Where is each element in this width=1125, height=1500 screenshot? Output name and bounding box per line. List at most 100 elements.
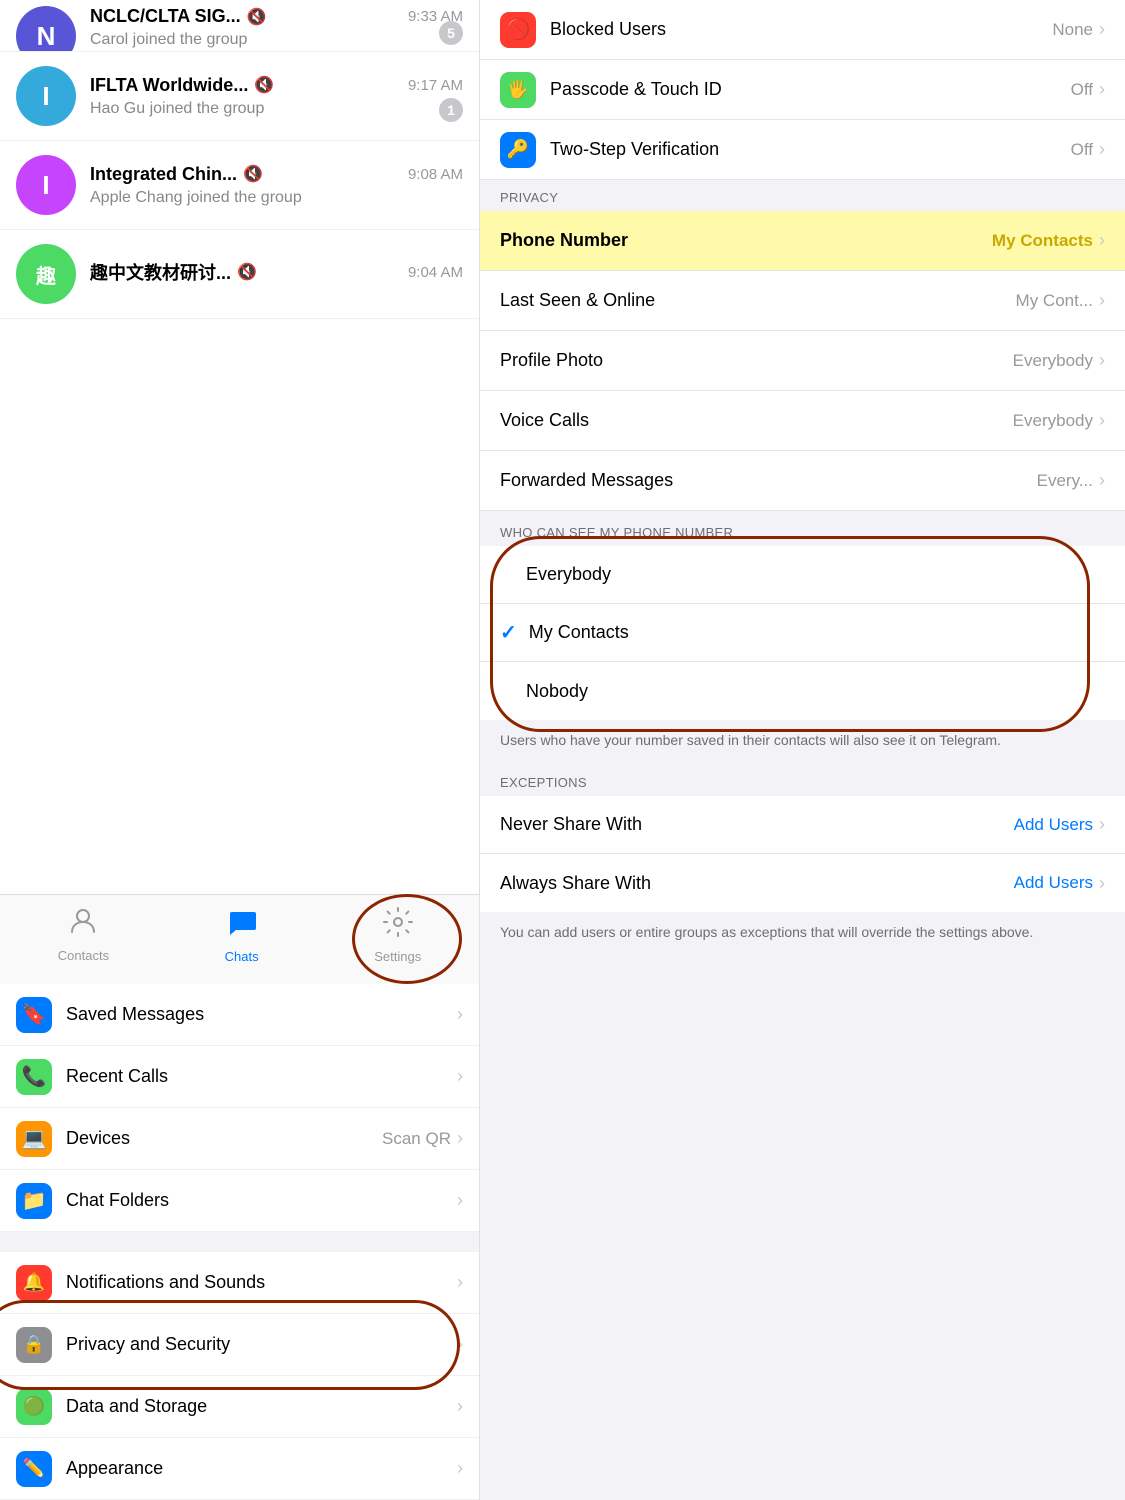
voice-calls-label: Voice Calls (500, 410, 1013, 431)
mute-icon-iflta: 🔇 (254, 75, 274, 95)
devices-chevron: › (457, 1128, 463, 1149)
two-step-item[interactable]: 🔑 Two-Step Verification Off › (480, 120, 1125, 180)
profile-photo-chevron: › (1099, 350, 1105, 371)
option-my-contacts[interactable]: ✓ My Contacts (480, 604, 1125, 662)
chat-folders-icon: 📁 (16, 1183, 52, 1219)
two-step-chevron: › (1099, 139, 1105, 160)
data-storage-icon: 🟢 (16, 1389, 52, 1425)
tab-bar: Contacts Chats Settings (0, 894, 479, 984)
chat-content-qu: 趣中文教材研讨... 🔇 9:04 AM (90, 259, 463, 289)
chat-folders-label: Chat Folders (66, 1190, 457, 1211)
blocked-users-item[interactable]: 🚫 Blocked Users None › (480, 0, 1125, 60)
phone-number-chevron: › (1099, 230, 1105, 251)
chat-item-partial[interactable]: N NCLC/CLTA SIG... 🔇 9:33 AM Carol joine… (0, 0, 479, 52)
saved-messages-icon: 🔖 (16, 997, 52, 1033)
chats-icon (226, 906, 258, 945)
notifications-label: Notifications and Sounds (66, 1272, 457, 1293)
settings-data-storage[interactable]: 🟢 Data and Storage › (0, 1376, 479, 1438)
last-seen-label: Last Seen & Online (500, 290, 1016, 311)
chat-name: NCLC/CLTA SIG... 🔇 (90, 6, 267, 27)
tab-settings-label: Settings (374, 949, 421, 964)
last-seen-item[interactable]: Last Seen & Online My Cont... › (480, 271, 1125, 331)
two-step-icon: 🔑 (500, 132, 536, 168)
phone-info-text: Users who have your number saved in thei… (480, 720, 1125, 765)
forwarded-messages-chevron: › (1099, 470, 1105, 491)
phone-number-label: Phone Number (500, 230, 992, 251)
settings-privacy[interactable]: 🔒 Privacy and Security › (0, 1314, 479, 1376)
privacy-icon: 🔒 (16, 1327, 52, 1363)
never-share-label: Never Share With (500, 814, 1014, 835)
exceptions-header: EXCEPTIONS (480, 765, 1125, 796)
forwarded-messages-label: Forwarded Messages (500, 470, 1037, 491)
voice-calls-item[interactable]: Voice Calls Everybody › (480, 391, 1125, 451)
chat-time-qu: 9:04 AM (408, 264, 463, 281)
profile-photo-label: Profile Photo (500, 350, 1013, 371)
notifications-icon: 🔔 (16, 1265, 52, 1301)
data-storage-label: Data and Storage (66, 1396, 457, 1417)
privacy-label: Privacy and Security (66, 1334, 457, 1355)
option-nobody[interactable]: Nobody (480, 662, 1125, 720)
tab-chats[interactable]: Chats (225, 906, 259, 964)
appearance-label: Appearance (66, 1458, 457, 1479)
settings-appearance[interactable]: ✏️ Appearance › (0, 1438, 479, 1500)
recent-calls-label: Recent Calls (66, 1066, 457, 1087)
avatar-qu: 趣 (16, 244, 76, 304)
profile-photo-item[interactable]: Profile Photo Everybody › (480, 331, 1125, 391)
forwarded-messages-item[interactable]: Forwarded Messages Every... › (480, 451, 1125, 511)
chat-preview: Carol joined the group (90, 31, 463, 49)
chat-content-iflta: IFLTA Worldwide... 🔇 9:17 AM Hao Gu join… (90, 75, 463, 118)
settings-icon (382, 906, 414, 945)
chat-item-qu[interactable]: 趣 趣中文教材研讨... 🔇 9:04 AM (0, 230, 479, 319)
appearance-chevron: › (457, 1458, 463, 1479)
settings-saved-messages[interactable]: 🔖 Saved Messages › (0, 984, 479, 1046)
never-share-chevron: › (1099, 814, 1105, 835)
chat-content: NCLC/CLTA SIG... 🔇 9:33 AM Carol joined … (90, 6, 463, 49)
mute-icon-integrated: 🔇 (243, 164, 263, 184)
passcode-icon: 🖐 (500, 72, 536, 108)
left-panel: N NCLC/CLTA SIG... 🔇 9:33 AM Carol joine… (0, 0, 480, 1500)
phone-options: Everybody ✓ My Contacts Nobody (480, 546, 1125, 720)
appearance-icon: ✏️ (16, 1451, 52, 1487)
mute-icon: 🔇 (247, 7, 267, 27)
tab-settings[interactable]: Settings (374, 906, 421, 964)
settings-chat-folders[interactable]: 📁 Chat Folders › (0, 1170, 479, 1232)
blocked-users-value: None (1052, 20, 1093, 40)
phone-number-item[interactable]: Phone Number My Contacts › (480, 211, 1125, 271)
everybody-label: Everybody (526, 564, 611, 585)
option-everybody[interactable]: Everybody (480, 546, 1125, 604)
chat-folders-chevron: › (457, 1190, 463, 1211)
devices-value: Scan QR (382, 1129, 451, 1149)
passcode-chevron: › (1099, 79, 1105, 100)
my-contacts-label: My Contacts (529, 622, 629, 643)
chat-item-integrated[interactable]: I Integrated Chin... 🔇 9:08 AM Apple Cha… (0, 141, 479, 230)
settings-recent-calls[interactable]: 📞 Recent Calls › (0, 1046, 479, 1108)
always-share-item[interactable]: Always Share With Add Users › (480, 854, 1125, 912)
always-share-value: Add Users (1014, 873, 1093, 893)
privacy-items-section: Phone Number My Contacts › Last Seen & O… (480, 211, 1125, 511)
my-contacts-check: ✓ (500, 620, 517, 645)
chat-content-integrated: Integrated Chin... 🔇 9:08 AM Apple Chang… (90, 164, 463, 207)
settings-devices[interactable]: 💻 Devices Scan QR › (0, 1108, 479, 1170)
passcode-item[interactable]: 🖐 Passcode & Touch ID Off › (480, 60, 1125, 120)
nobody-label: Nobody (526, 681, 588, 702)
bottom-info: You can add users or entire groups as ex… (480, 912, 1125, 957)
chat-name-iflta: IFLTA Worldwide... 🔇 (90, 75, 274, 96)
always-share-label: Always Share With (500, 873, 1014, 894)
settings-notifications[interactable]: 🔔 Notifications and Sounds › (0, 1252, 479, 1314)
tab-contacts[interactable]: Contacts (58, 906, 109, 963)
settings-divider (0, 1232, 479, 1252)
last-seen-chevron: › (1099, 290, 1105, 311)
right-panel: 🚫 Blocked Users None › 🖐 Passcode & Touc… (480, 0, 1125, 1500)
avatar: N (16, 6, 76, 52)
chat-name-qu: 趣中文教材研讨... 🔇 (90, 259, 257, 285)
never-share-item[interactable]: Never Share With Add Users › (480, 796, 1125, 854)
always-share-chevron: › (1099, 873, 1105, 894)
chat-item-iflta[interactable]: I IFLTA Worldwide... 🔇 9:17 AM Hao Gu jo… (0, 52, 479, 141)
tab-chats-label: Chats (225, 949, 259, 964)
last-seen-value: My Cont... (1016, 291, 1093, 311)
two-step-label: Two-Step Verification (550, 139, 1071, 160)
blocked-users-icon: 🚫 (500, 12, 536, 48)
security-section: 🚫 Blocked Users None › 🖐 Passcode & Touc… (480, 0, 1125, 180)
passcode-value: Off (1071, 80, 1093, 100)
exceptions-section: Never Share With Add Users › Always Shar… (480, 796, 1125, 912)
